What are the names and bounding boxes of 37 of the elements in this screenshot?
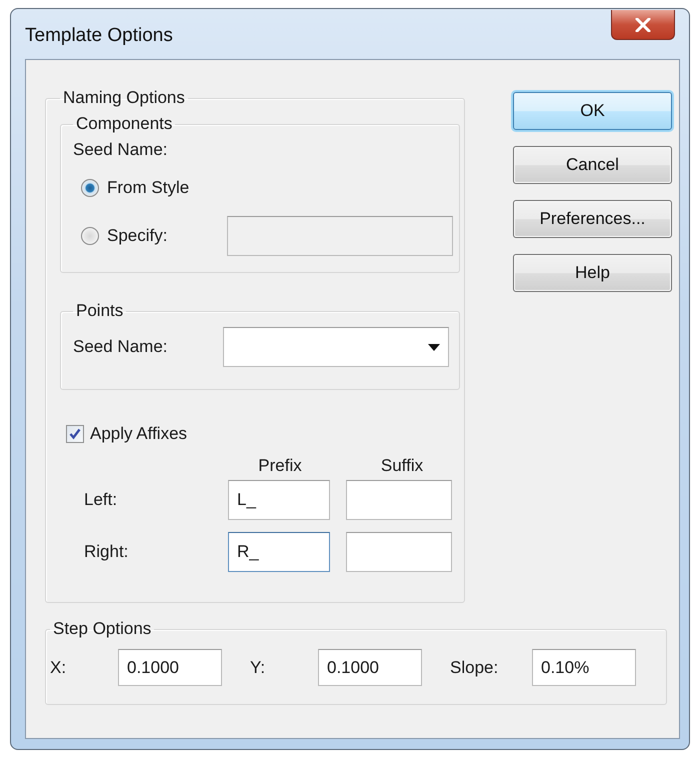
- radio-label: Specify:: [107, 226, 168, 246]
- dropdown[interactable]: [223, 327, 449, 367]
- text-field[interactable]: L_: [228, 480, 330, 520]
- group-title: Components: [75, 114, 174, 134]
- close-icon: [635, 18, 651, 32]
- dropdown-arrow-icon: [428, 344, 440, 350]
- text-field[interactable]: 0.1000: [118, 649, 222, 686]
- text-field[interactable]: 0.10%: [532, 649, 636, 686]
- column-header: Suffix: [380, 456, 424, 476]
- field-label: Seed Name:: [73, 140, 168, 160]
- radio-button[interactable]: [81, 179, 99, 197]
- field-label: Slope:: [450, 658, 500, 678]
- checkmark-icon: [69, 428, 81, 440]
- dialog-button[interactable]: Cancel: [513, 146, 672, 184]
- close-button[interactable]: [611, 10, 675, 40]
- dialog-button[interactable]: Help: [513, 254, 672, 292]
- window-title: Template Options: [25, 25, 173, 47]
- field-label: Left:: [84, 490, 118, 510]
- radio-label: From Style: [107, 178, 190, 198]
- text-field[interactable]: [346, 480, 452, 520]
- radio-button[interactable]: [81, 227, 99, 245]
- group-title: Naming Options: [62, 88, 186, 108]
- field-label: X:: [50, 658, 68, 678]
- field-label: Right:: [84, 542, 130, 562]
- field-label: Seed Name:: [73, 337, 168, 357]
- group-title: Step Options: [52, 619, 152, 639]
- text-field[interactable]: [346, 532, 452, 572]
- field-label: Y:: [250, 658, 266, 678]
- dialog-button[interactable]: Preferences...: [513, 200, 672, 238]
- text-field[interactable]: 0.1000: [318, 649, 422, 686]
- dialog-button[interactable]: OK: [513, 92, 672, 130]
- text-field[interactable]: [227, 216, 453, 256]
- group-title: Points: [75, 301, 124, 321]
- checkbox[interactable]: [66, 425, 84, 443]
- text-field[interactable]: R_: [228, 532, 330, 572]
- checkbox-label: Apply Affixes: [90, 424, 188, 444]
- column-header: Prefix: [257, 456, 303, 476]
